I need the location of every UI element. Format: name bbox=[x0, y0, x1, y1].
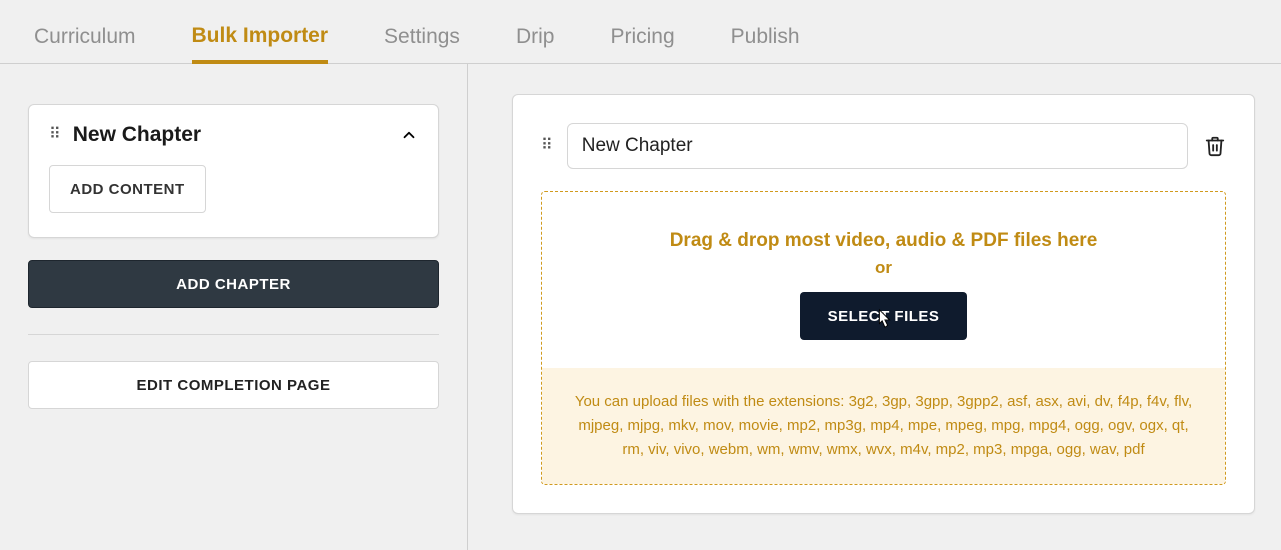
chapter-title-input[interactable] bbox=[567, 123, 1188, 169]
add-chapter-button[interactable]: ADD CHAPTER bbox=[28, 260, 439, 308]
chapter-card: ⠿ New Chapter ADD CONTENT bbox=[28, 104, 439, 238]
chevron-up-icon[interactable] bbox=[400, 126, 418, 144]
edit-completion-button[interactable]: EDIT COMPLETION PAGE bbox=[28, 361, 439, 409]
chapter-editor-card: ⠿ Drag & drop most video, audio & PDF fi… bbox=[512, 94, 1255, 514]
drag-handle-icon[interactable]: ⠿ bbox=[541, 138, 551, 154]
sidebar: ⠿ New Chapter ADD CONTENT ADD CHAPTER ED… bbox=[0, 64, 468, 550]
file-dropzone[interactable]: Drag & drop most video, audio & PDF file… bbox=[541, 191, 1226, 485]
select-files-button[interactable]: SELECT FILES bbox=[800, 292, 968, 340]
tabs-bar: Curriculum Bulk Importer Settings Drip P… bbox=[0, 0, 1281, 64]
tab-drip[interactable]: Drip bbox=[516, 25, 555, 63]
add-content-button[interactable]: ADD CONTENT bbox=[49, 165, 206, 213]
cursor-pointer-icon bbox=[873, 307, 895, 333]
divider bbox=[28, 334, 439, 335]
trash-icon[interactable] bbox=[1204, 135, 1226, 157]
dropzone-extensions: You can upload files with the extensions… bbox=[542, 368, 1225, 484]
tab-settings[interactable]: Settings bbox=[384, 25, 460, 63]
drag-handle-icon[interactable]: ⠿ bbox=[49, 127, 59, 143]
tab-pricing[interactable]: Pricing bbox=[610, 25, 674, 63]
tab-bulk-importer[interactable]: Bulk Importer bbox=[192, 24, 329, 64]
dropzone-or: or bbox=[562, 258, 1205, 278]
dropzone-instruction: Drag & drop most video, audio & PDF file… bbox=[562, 230, 1205, 252]
tab-curriculum[interactable]: Curriculum bbox=[34, 25, 136, 63]
main-panel: ⠿ Drag & drop most video, audio & PDF fi… bbox=[468, 64, 1281, 550]
dropzone-top: Drag & drop most video, audio & PDF file… bbox=[542, 192, 1225, 368]
chapter-title: New Chapter bbox=[73, 123, 386, 147]
tab-publish[interactable]: Publish bbox=[731, 25, 800, 63]
